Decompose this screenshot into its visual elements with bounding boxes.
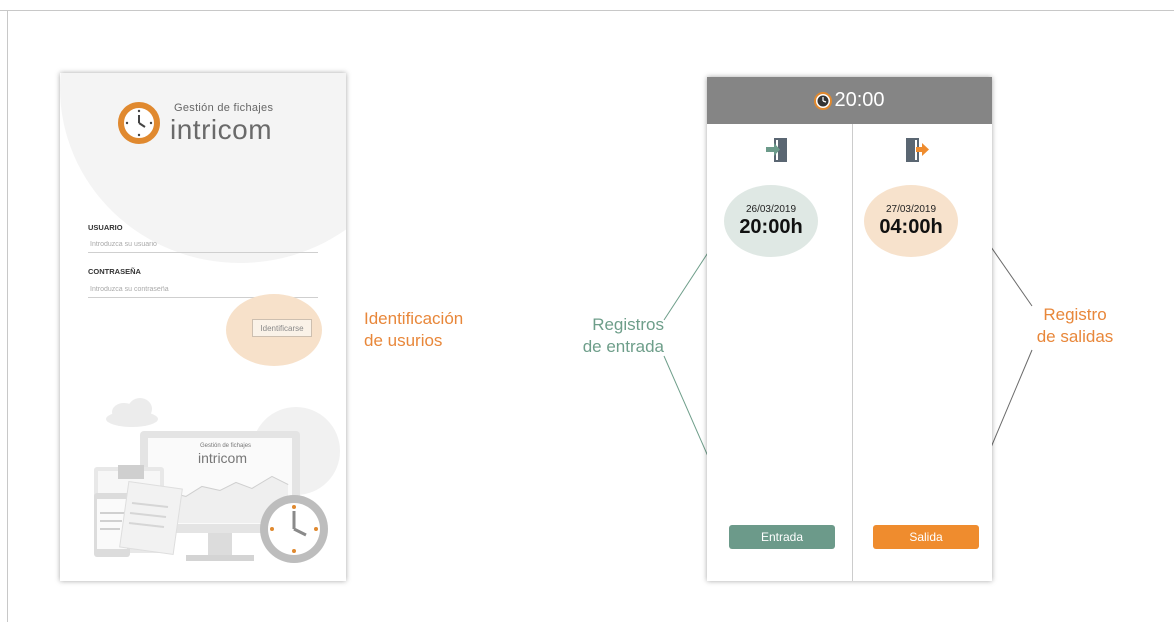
login-screen: Gestión de fichajes intricom USUARIO CON… [60, 73, 346, 581]
clock-icon [814, 91, 833, 110]
illustration-name: intricom [198, 450, 247, 466]
clock-header: 20:00 [707, 77, 992, 124]
entries-annotation-line1: Registros [592, 315, 664, 334]
login-annotation-line2: de usurios [364, 331, 443, 350]
login-annotation-line1: Identificación [364, 309, 464, 328]
frame-left-border [7, 10, 8, 622]
frame-top-border [0, 10, 1174, 11]
entry-date: 26/03/2019 [745, 203, 797, 215]
entries-annotation: Registros de entrada [580, 314, 664, 358]
dashboard-illustration: Gestión de fichajes intricom [94, 398, 340, 563]
exit-record: 27/03/2019 04:00h [864, 185, 958, 257]
cloud-icon [106, 398, 158, 427]
door-enter-icon [766, 138, 787, 162]
illustration-subtitle: Gestión de fichajes [200, 443, 251, 449]
clock-icon [260, 495, 328, 563]
exit-date: 27/03/2019 [885, 203, 937, 215]
door-exit-icon [906, 138, 929, 162]
entry-hour: 20:00h [739, 215, 803, 238]
exits-annotation: Registro de salidas [1030, 304, 1120, 348]
column-divider [852, 124, 853, 581]
exit-hour: 04:00h [879, 215, 943, 238]
entry-record: 26/03/2019 20:00h [724, 185, 818, 257]
entry-button[interactable]: Entrada [729, 525, 835, 549]
connector-entry-date [663, 244, 714, 321]
login-annotation: Identificación de usurios [364, 308, 463, 352]
clock-screen: 20:00 26/03/2019 20:00h 27/03/2019 04:00… [707, 77, 992, 581]
document-icon [119, 480, 183, 556]
exit-button[interactable]: Salida [873, 525, 979, 549]
exits-annotation-line2: de salidas [1036, 327, 1114, 346]
exits-annotation-line1: Registro [1043, 305, 1107, 324]
entries-annotation-line2: de entrada [582, 337, 664, 356]
header-time: 20:00 [834, 89, 885, 111]
